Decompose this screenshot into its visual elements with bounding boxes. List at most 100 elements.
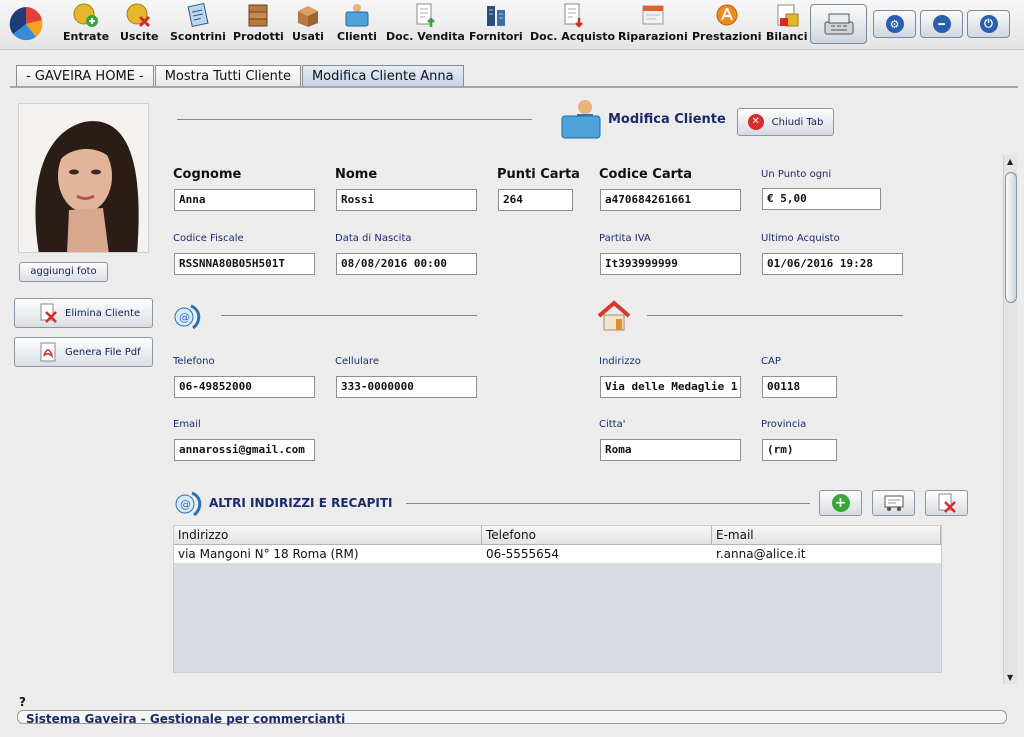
services-icon (714, 2, 740, 28)
close-icon: ✕ (747, 114, 764, 130)
un-punto-ogni-field[interactable]: € 5,00 (762, 188, 881, 210)
scrollbar-thumb[interactable] (1005, 172, 1017, 303)
toolbar-doc-acquisto-button[interactable]: Doc. Acquisto (530, 2, 615, 48)
vertical-scrollbar[interactable]: ▲ ▼ (1003, 155, 1017, 684)
toolbar-clienti-button[interactable]: Clienti (337, 2, 377, 48)
receipt-icon (185, 2, 211, 28)
cognome-field[interactable]: Anna (174, 189, 315, 211)
address-divider (647, 315, 903, 316)
purchase-document-icon (560, 2, 586, 28)
table-row[interactable]: via Mangoni N° 18 Roma (RM) 06-5555654 r… (174, 545, 941, 563)
delete-client-button[interactable]: Elimina Cliente (14, 298, 153, 328)
citta-field[interactable]: Roma (600, 439, 741, 461)
other-addresses-table: Indirizzo Telefono E-mail via Mangoni N°… (173, 525, 942, 673)
delete-client-label: Elimina Cliente (65, 307, 141, 319)
boxes-icon (245, 2, 271, 28)
email-field[interactable]: annarossi@gmail.com (174, 439, 315, 461)
home-icon (597, 300, 631, 332)
toolbar-label: Prestazioni (692, 30, 762, 43)
provincia-field[interactable]: (rm) (762, 439, 837, 461)
partita-iva-label: Partita IVA (599, 233, 651, 244)
column-header-email[interactable]: E-mail (712, 526, 941, 544)
add-photo-button[interactable]: aggiungi foto (19, 262, 108, 282)
un-punto-ogni-label: Un Punto ogni (761, 169, 832, 180)
codice-carta-field[interactable]: a470684261661 (600, 189, 741, 211)
toolbar-bilanci-button[interactable]: Bilanci (766, 2, 807, 48)
generate-pdf-label: Genera File Pdf (65, 346, 141, 358)
tab-edit-client[interactable]: Modifica Cliente Anna (301, 65, 464, 87)
data-nascita-label: Data di Nascita (335, 233, 412, 244)
settings-button[interactable]: ⚙ (873, 10, 916, 38)
delete-document-icon (938, 493, 956, 513)
telefono-field[interactable]: 06-49852000 (174, 376, 315, 398)
nome-field[interactable]: Rossi (336, 189, 477, 211)
close-tab-button[interactable]: ✕ Chiudi Tab (737, 108, 834, 136)
client-photo (18, 103, 149, 253)
toolbar-fornitori-button[interactable]: Fornitori (469, 2, 523, 48)
scroll-down-icon[interactable]: ▼ (1007, 673, 1013, 682)
column-header-indirizzo[interactable]: Indirizzo (174, 526, 482, 544)
tab-show-all-clients[interactable]: Mostra Tutti Cliente (154, 65, 301, 87)
toolbar-label: Doc. Vendita (386, 30, 465, 43)
client-folder-icon (344, 2, 370, 28)
scroll-up-icon[interactable]: ▲ (1007, 157, 1013, 166)
toolbar-entrate-button[interactable]: Entrate (63, 2, 109, 48)
data-nascita-field[interactable]: 08/08/2016 00:00 (336, 253, 477, 275)
power-button[interactable]: ⏻ (967, 10, 1010, 38)
main-toolbar: Entrate Uscite Scontrini Prodotti Usati … (0, 0, 1024, 50)
delete-address-button[interactable] (925, 490, 968, 516)
toolbar-label: Uscite (120, 30, 159, 43)
toolbar-scontrini-button[interactable]: Scontrini (170, 2, 226, 48)
add-icon: + (831, 494, 850, 512)
ultimo-acquisto-label: Ultimo Acquisto (761, 233, 840, 244)
toolbar-usati-button[interactable]: Usati (292, 2, 324, 48)
open-box-icon (295, 2, 321, 28)
toolbar-label: Bilanci (766, 30, 808, 43)
cognome-label: Cognome (173, 167, 242, 182)
table-header: Indirizzo Telefono E-mail (174, 526, 941, 545)
indirizzo-label: Indirizzo (599, 356, 641, 367)
toolbar-doc-vendita-button[interactable]: Doc. Vendita (386, 2, 465, 48)
cell-indirizzo: via Mangoni N° 18 Roma (RM) (178, 547, 359, 561)
tab-home[interactable]: - GAVEIRA HOME - (16, 65, 154, 87)
cap-field[interactable]: 00118 (762, 376, 837, 398)
codice-fiscale-field[interactable]: RSSNNA80B05H501T (174, 253, 315, 275)
cellulare-field[interactable]: 333-0000000 (336, 376, 477, 398)
cell-telefono: 06-5555654 (486, 547, 560, 561)
tab-divider (10, 86, 1018, 88)
column-header-telefono[interactable]: Telefono (482, 526, 712, 544)
codice-carta-label: Codice Carta (599, 167, 692, 182)
citta-label: Citta' (599, 419, 626, 430)
punti-carta-field[interactable]: 264 (498, 189, 573, 211)
add-address-button[interactable]: + (819, 490, 862, 516)
supplier-icon (483, 2, 509, 28)
toolbar-label: Scontrini (170, 30, 226, 43)
cell-email: r.anna@alice.it (716, 547, 806, 561)
status-text: Sistema Gaveira - Gestionale per commerc… (26, 712, 346, 726)
telefono-label: Telefono (173, 356, 215, 367)
generate-pdf-button[interactable]: Genera File Pdf (14, 337, 153, 367)
contacts-divider (221, 315, 477, 316)
pdf-icon (37, 341, 59, 363)
delete-document-icon (37, 302, 59, 324)
toolbar-prestazioni-button[interactable]: Prestazioni (692, 2, 762, 48)
cellulare-label: Cellulare (335, 356, 379, 367)
close-tab-label: Chiudi Tab (771, 116, 824, 128)
partita-iva-field[interactable]: It393999999 (600, 253, 741, 275)
ultimo-acquisto-field[interactable]: 01/06/2016 19:28 (762, 253, 903, 275)
indirizzo-field[interactable]: Via delle Medaglie 1 (600, 376, 741, 398)
toolbar-uscite-button[interactable]: Uscite (120, 2, 159, 48)
email-label: Email (173, 419, 201, 430)
help-mark[interactable]: ? (19, 695, 26, 709)
phone-email-icon: @ (174, 489, 204, 517)
toolbar-prodotti-button[interactable]: Prodotti (233, 2, 284, 48)
balance-icon (774, 2, 800, 28)
minimize-button[interactable]: ━ (920, 10, 963, 38)
toolbar-riparazioni-button[interactable]: Riparazioni (618, 2, 688, 48)
coin-minus-icon (126, 2, 152, 28)
client-folder-icon (560, 98, 604, 140)
cash-register-button[interactable] (810, 4, 867, 44)
edit-address-button[interactable] (872, 490, 915, 516)
header-divider (177, 119, 532, 120)
edit-document-icon (884, 495, 903, 511)
